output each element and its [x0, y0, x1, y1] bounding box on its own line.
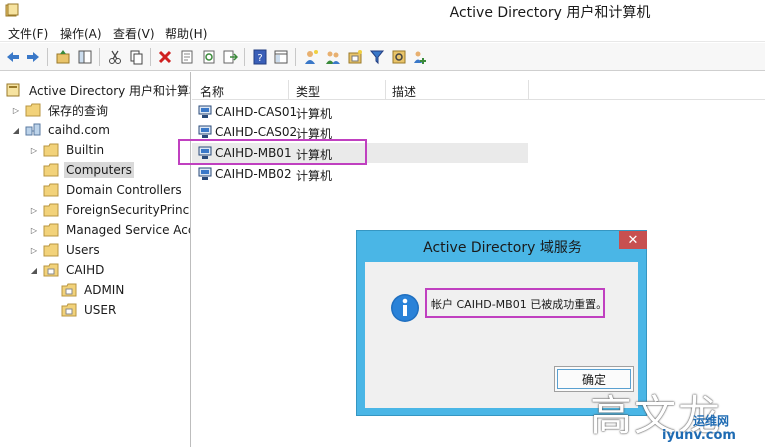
table-row[interactable]: CAIHD-MB02 计算机 [192, 164, 765, 184]
expand-icon[interactable]: ▷ [29, 145, 39, 155]
ad-root-icon [6, 83, 20, 97]
ou-folder-icon [61, 303, 77, 317]
tree-item-builtin[interactable]: ▷ Builtin [29, 141, 106, 159]
tree-item-foreign-security[interactable]: ▷ ForeignSecurityPrincipa [29, 201, 190, 219]
menu-action[interactable]: 操作(A) [60, 25, 102, 42]
tree-item-admin[interactable]: ADMIN [61, 281, 126, 299]
tree-label: ForeignSecurityPrincipa [66, 203, 190, 217]
new-user-icon[interactable] [302, 48, 320, 66]
tree-label: Managed Service Acco [66, 223, 191, 237]
row-type: 计算机 [296, 169, 333, 183]
domain-icon [25, 123, 41, 136]
tree-label: ADMIN [84, 283, 125, 297]
show-tree-icon[interactable] [76, 48, 94, 66]
tree-item-domain[interactable]: ◢ caihd.com [11, 121, 112, 139]
column-header-description[interactable]: 描述 [392, 83, 416, 100]
row-name: CAIHD-CAS01 [215, 105, 298, 119]
tree-item-domain-controllers[interactable]: Domain Controllers [43, 181, 184, 199]
cut-icon[interactable] [106, 48, 124, 66]
tree-label: Builtin [66, 143, 105, 157]
tree-label: 保存的查询 [48, 103, 109, 118]
folder-icon [43, 243, 59, 257]
tree-label: Users [66, 243, 100, 257]
ou-folder-icon [61, 283, 77, 297]
menu-help[interactable]: 帮助(H) [165, 25, 207, 42]
expand-icon[interactable]: ▷ [29, 225, 39, 235]
up-folder-icon[interactable] [54, 48, 72, 66]
tree-label: Domain Controllers [66, 183, 182, 197]
watermark-url: iyunv.com [662, 428, 736, 443]
console-tree-icon[interactable] [272, 48, 290, 66]
copy-icon[interactable] [127, 48, 145, 66]
row-type: 计算机 [296, 107, 333, 121]
find-icon[interactable] [390, 48, 408, 66]
expand-icon[interactable]: ▷ [29, 245, 39, 255]
tree-item-user[interactable]: USER [61, 301, 118, 319]
new-group-icon[interactable] [324, 48, 342, 66]
delete-icon[interactable] [156, 48, 174, 66]
menu-bar: 文件(F) 操作(A) 查看(V) 帮助(H) [0, 22, 765, 42]
column-header-name[interactable]: 名称 [200, 83, 224, 100]
menu-view[interactable]: 查看(V) [113, 25, 155, 42]
expand-icon[interactable]: ▷ [29, 205, 39, 215]
highlight-box-row [178, 139, 367, 165]
collapse-icon[interactable]: ◢ [11, 125, 21, 135]
new-ou-icon[interactable] [346, 48, 364, 66]
list-header: 名称 类型 描述 [192, 80, 765, 100]
watermark: 高文龙 运维网 iyunv.com [590, 382, 765, 447]
tree-item-saved-queries[interactable]: ▷ 保存的查询 [11, 101, 110, 119]
tree-label: Active Directory 用户和计算机 [29, 83, 191, 98]
close-icon: ✕ [627, 232, 639, 248]
menu-file[interactable]: 文件(F) [8, 25, 48, 42]
ou-folder-icon [43, 183, 59, 197]
tree-label: CAIHD [66, 263, 105, 277]
back-arrow-icon[interactable] [4, 48, 22, 66]
tree-item-caihd[interactable]: ◢ CAIHD [29, 261, 106, 279]
forward-arrow-icon[interactable] [24, 48, 42, 66]
tree-item-computers[interactable]: Computers [43, 161, 134, 179]
folder-icon [43, 163, 59, 177]
filter-icon[interactable] [368, 48, 386, 66]
window-title: Active Directory 用户和计算机 [449, 5, 651, 21]
tree-label: caihd.com [48, 123, 110, 137]
tree-item-ad-root[interactable]: Active Directory 用户和计算机 [6, 81, 191, 99]
computer-icon [198, 125, 212, 138]
dialog-message: 帐户 CAIHD-MB01 已被成功重置。 [425, 288, 607, 318]
tree-label: USER [84, 303, 117, 317]
console-tree: Active Directory 用户和计算机 ▷ 保存的查询 ◢ caihd.… [0, 72, 191, 447]
column-header-type[interactable]: 类型 [296, 83, 320, 100]
folder-icon [25, 103, 41, 117]
properties-icon[interactable] [178, 48, 196, 66]
tree-label: Computers [64, 162, 134, 178]
refresh-icon[interactable] [200, 48, 218, 66]
export-list-icon[interactable] [221, 48, 239, 66]
row-name: CAIHD-CAS02 [215, 125, 298, 139]
watermark-site: 运维网 [693, 414, 730, 428]
title-bar: Active Directory 用户和计算机 [0, 0, 765, 22]
help-icon[interactable]: ? [251, 48, 269, 66]
folder-icon [43, 143, 59, 157]
folder-icon [43, 203, 59, 217]
app-icon [5, 3, 19, 17]
tree-item-managed-service[interactable]: ▷ Managed Service Acco [29, 221, 191, 239]
expand-icon[interactable]: ▷ [11, 105, 21, 115]
tree-item-users[interactable]: ▷ Users [29, 241, 102, 259]
ou-folder-icon [43, 263, 59, 277]
add-to-group-icon[interactable] [411, 48, 429, 66]
close-button[interactable]: ✕ [619, 231, 647, 249]
dialog-title: Active Directory 域服务 [423, 240, 582, 256]
row-name: CAIHD-MB02 [215, 167, 292, 181]
svg-text:?: ? [257, 53, 262, 64]
folder-icon [43, 223, 59, 237]
toolbar: ? [0, 43, 765, 71]
computer-icon [198, 105, 212, 118]
table-row[interactable]: CAIHD-CAS01 计算机 [192, 102, 765, 122]
info-icon [391, 294, 419, 322]
computer-icon [198, 167, 212, 180]
collapse-icon[interactable]: ◢ [29, 265, 39, 275]
